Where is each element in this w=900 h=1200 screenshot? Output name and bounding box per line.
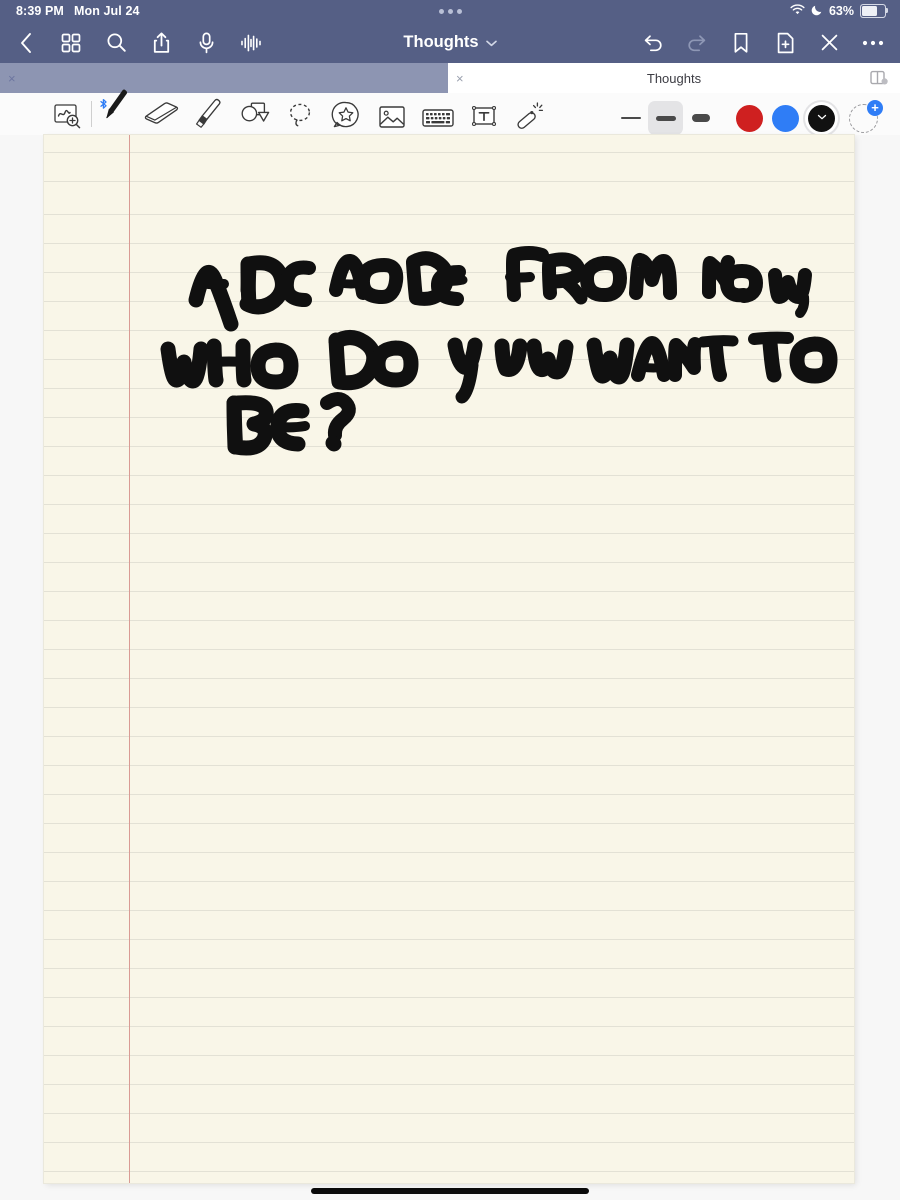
shapes-tool[interactable] [231,93,277,135]
add-color-button[interactable]: + [849,99,883,133]
bookmark-icon[interactable] [729,31,753,55]
home-indicator [311,1188,589,1194]
stroke-thick-glyph [691,114,710,122]
more-ellipsis-icon[interactable] [861,31,885,55]
tab-thoughts[interactable]: × Thoughts [448,63,900,93]
sticker-star-icon [331,100,361,135]
undo-icon[interactable] [641,31,665,55]
redo-icon[interactable] [685,31,709,55]
chevron-down-icon[interactable] [485,33,497,52]
text-box-tool[interactable] [461,93,507,135]
status-date: Mon Jul 24 [73,4,140,18]
stroke-width-thin[interactable] [613,101,648,135]
eraser-icon [142,98,182,135]
back-chevron-icon[interactable] [14,31,38,55]
grid-thumbnails-icon[interactable] [59,31,83,55]
stroke-thin-glyph [620,117,641,119]
lasso-tool[interactable] [277,93,323,135]
share-icon[interactable] [149,31,173,55]
tab-close-icon[interactable]: × [8,72,16,85]
lasso-icon [285,100,315,135]
note-page[interactable] [44,135,854,1183]
zoom-write-tool[interactable] [44,93,90,135]
nav-bar: Thoughts [0,22,900,63]
drawing-toolbar: + [0,89,900,136]
plus-icon: + [867,99,883,116]
tab-label: Thoughts [646,70,702,86]
image-icon [377,104,407,135]
tab-empty[interactable]: × [0,63,448,93]
magic-wand-tool[interactable] [507,93,553,135]
tab-close-icon[interactable]: × [456,72,464,85]
color-blue[interactable] [772,104,799,132]
zoom-write-icon [52,100,82,135]
nav-bar-right-group [641,31,900,55]
nav-bar-left-group [0,31,263,55]
keyboard-tool[interactable] [415,93,461,135]
status-bar: 8:39 PM Mon Jul 24 63% [0,0,900,22]
battery-percent: 63% [828,4,854,18]
page-title: Thoughts [403,33,479,51]
pen-icon [100,87,132,128]
battery-icon [860,4,889,18]
stroke-width-thick[interactable] [683,101,718,135]
highlighter-tool[interactable] [185,93,231,135]
status-bar-left: 8:39 PM Mon Jul 24 [0,4,140,18]
color-black[interactable] [808,104,835,132]
eraser-tool[interactable] [139,93,185,135]
magic-wand-icon [515,100,545,135]
search-icon[interactable] [104,31,128,55]
waveform-icon[interactable] [239,31,263,55]
keyboard-icon [421,106,455,135]
sticker-tool[interactable] [323,93,369,135]
pen-tool[interactable] [93,89,139,135]
stroke-and-color-group: + [613,99,900,135]
color-red[interactable] [736,104,763,132]
split-view-icon[interactable] [870,70,888,91]
three-dots-handle-icon[interactable] [438,8,462,14]
image-tool[interactable] [369,93,415,135]
ipad-notes-app-screen: 8:39 PM Mon Jul 24 63% Thoughts × × Thou… [0,0,900,1200]
toolbar-tools-group [0,89,553,135]
do-not-disturb-moon-icon [811,4,823,19]
toolbar-divider [91,101,92,127]
tab-bar: × × Thoughts [0,63,900,93]
microphone-icon[interactable] [194,31,218,55]
highlighter-icon [191,96,225,135]
note-canvas[interactable] [0,135,900,1200]
stroke-width-medium[interactable] [648,101,683,135]
status-time: 8:39 PM [16,4,64,18]
stroke-medium-glyph [655,115,676,121]
wifi-icon [790,3,805,19]
close-icon[interactable] [817,31,841,55]
text-box-icon [469,102,499,135]
color-chevron-down-icon [817,114,826,123]
shapes-icon [238,100,270,135]
status-bar-right: 63% [790,3,900,19]
new-page-icon[interactable] [773,31,797,55]
handwriting-ink [160,246,838,456]
